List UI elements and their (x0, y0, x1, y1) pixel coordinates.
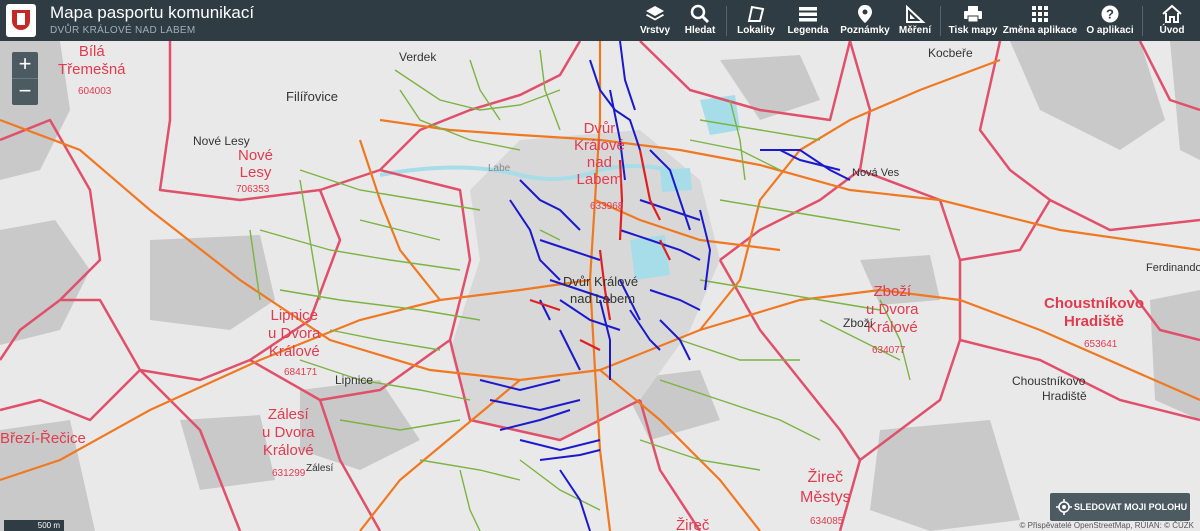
area-choustnikovo: Choustníkovo Hradiště (1044, 295, 1144, 330)
change-app-button[interactable]: Změna aplikace (1002, 0, 1078, 41)
header-bar: Mapa pasportu komunikací DVŮR KRÁLOVÉ NA… (0, 0, 1200, 41)
place-dvur-center: Dvůr Králové (563, 274, 639, 289)
search-button[interactable]: Hledat (678, 0, 722, 41)
code-choustnikovo: 653641 (1084, 339, 1118, 350)
print-icon (964, 6, 982, 23)
place-hradiste: Hradiště (1042, 389, 1087, 403)
layers-icon (646, 6, 664, 21)
area-zbozi: Zboží u Dvora Králové (866, 283, 919, 336)
code-dvur-kralove: 633968 (590, 201, 624, 212)
app-root: Mapa pasportu komunikací DVŮR KRÁLOVÉ NA… (0, 0, 1200, 531)
svg-text:?: ? (1106, 7, 1114, 22)
legend-label: Legenda (787, 25, 829, 36)
legend-button[interactable]: Legenda (780, 0, 836, 41)
code-nove-lesy: 706353 (236, 184, 270, 195)
layers-label: Vrstvy (639, 25, 671, 36)
zoom-control: + − (12, 52, 38, 105)
print-label: Tisk mapy (948, 25, 998, 36)
area-dvur-kralove: Dvůr Králové nad Labem (574, 120, 625, 188)
measure-label: Měření (898, 25, 932, 36)
about-button[interactable]: ? O aplikaci (1082, 0, 1138, 41)
city-crest-logo[interactable] (6, 4, 36, 37)
notes-label: Poznámky (840, 25, 890, 36)
area-zirec-mestys: Žireč Městys (800, 469, 851, 506)
scale-label: 500 m (37, 521, 60, 530)
place-verdek: Verdek (399, 50, 437, 64)
toolbar: Vrstvy Hledat Lokality Legenda Poznámky (630, 0, 1200, 41)
apps-icon (1032, 6, 1048, 22)
area-brezi-recice: Březí-Řečice (0, 430, 86, 447)
search-icon (690, 4, 710, 24)
legend-icon (799, 7, 817, 22)
measure-button[interactable]: Měření (892, 0, 938, 41)
app-title: Mapa pasportu komunikací (50, 3, 255, 22)
place-nove-lesy: Nové Lesy (193, 134, 250, 148)
layers-button[interactable]: Vrstvy (630, 0, 680, 41)
notes-button[interactable]: Poznámky (836, 0, 894, 41)
area-bila-tremesna: Bílá Třemešná (58, 43, 126, 78)
place-lipnice: Lipnice (335, 373, 374, 387)
zoom-in-button[interactable]: + (12, 52, 38, 78)
place-nad-labem: nad Labem (570, 291, 636, 306)
app-subtitle: DVŮR KRÁLOVÉ NAD LABEM (50, 25, 196, 36)
place-ferdinandov: Ferdinandov (1146, 262, 1200, 274)
area-zirec: Žireč (676, 517, 710, 531)
print-button[interactable]: Tisk mapy (944, 0, 1002, 41)
track-location-button[interactable]: SLEDOVAT MOJI POLOHU (1050, 493, 1190, 521)
locate-icon (1056, 499, 1072, 515)
track-location-label: SLEDOVAT MOJI POLOHU (1074, 502, 1188, 512)
area-zalesi: Zálesí u Dvora Králové (262, 406, 315, 459)
zoom-out-button[interactable]: − (12, 79, 38, 105)
info-icon: ? (1101, 5, 1119, 23)
place-kocbere: Kocbeře (928, 46, 973, 60)
change-app-label: Změna aplikace (1002, 25, 1078, 36)
place-zbozi: Zboží (843, 316, 874, 330)
note-icon (858, 5, 872, 23)
map-attribution[interactable]: © Přispěvatelé OpenStreetMap, RÚIAN: © Č… (1019, 521, 1194, 530)
place-choustnikovo: Choustníkovo (1012, 374, 1086, 388)
place-filirovice: Filířovice (286, 89, 339, 104)
home-icon (1162, 4, 1182, 23)
area-nove-lesy: Nové Lesy (238, 147, 274, 181)
localities-button[interactable]: Lokality (730, 0, 782, 41)
code-bila-tremesna: 604003 (78, 86, 112, 97)
locality-icon (747, 5, 765, 22)
about-label: O aplikaci (1086, 25, 1134, 36)
place-labe: Labe (488, 163, 511, 174)
area-lipnice: Lipnice u Dvora Králové (268, 307, 321, 360)
home-label: Úvod (1159, 25, 1185, 36)
code-zbozi: 634077 (872, 345, 906, 356)
map-canvas[interactable]: Bílá Třemešná 604003 Nové Lesy 706353 Dvůr… (0, 41, 1200, 531)
code-lipnice: 684171 (284, 367, 318, 378)
localities-label: Lokality (737, 25, 775, 36)
place-nova-ves: Nová Ves (852, 167, 900, 179)
code-zirec-mestys: 634085 (810, 516, 844, 527)
home-button[interactable]: Úvod (1148, 0, 1196, 41)
code-zalesi: 631299 (272, 468, 306, 479)
search-label: Hledat (684, 25, 716, 36)
place-zalesi: Zálesí (306, 463, 334, 474)
measure-icon (906, 4, 926, 23)
scale-bar: 500 m (4, 520, 64, 531)
